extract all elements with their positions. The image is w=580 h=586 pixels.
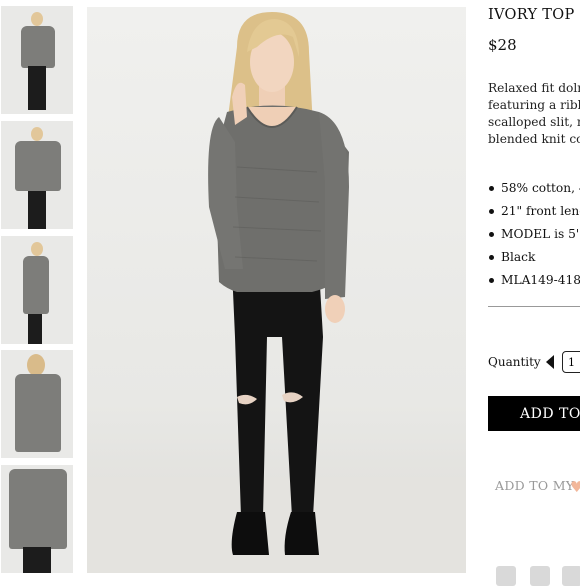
- heart-icon[interactable]: ♥: [570, 480, 580, 495]
- product-title: IVORY TOP: [488, 7, 575, 23]
- pinterest-icon[interactable]: [562, 566, 580, 586]
- thumbnail-model-head: [27, 354, 45, 376]
- thumbnail-model-top: [15, 141, 61, 191]
- spec-item: Black: [488, 249, 580, 272]
- quantity-input[interactable]: [562, 351, 580, 373]
- thumbnail-model-head: [31, 242, 43, 256]
- section-divider: [488, 306, 580, 307]
- product-description: Relaxed fit dolm featuring a ribbe scall…: [488, 80, 580, 148]
- thumbnail-model-top: [21, 26, 55, 68]
- add-to-wishlist-link[interactable]: ADD TO MY: [495, 478, 574, 493]
- product-thumbnail-4[interactable]: [1, 350, 73, 458]
- description-line: scalloped slit, m: [488, 115, 580, 129]
- product-thumbnail-3[interactable]: [1, 236, 73, 344]
- product-thumbnail-1[interactable]: [1, 6, 73, 114]
- thumbnail-model-head: [31, 12, 43, 26]
- thumbnail-model-top: [23, 256, 49, 314]
- product-price: $28: [488, 36, 517, 54]
- main-product-image[interactable]: [87, 7, 466, 573]
- quantity-label: Quantity: [488, 355, 541, 369]
- thumbnail-model-legs: [28, 191, 46, 229]
- thumbnail-model-legs: [23, 547, 51, 573]
- thumbnail-model-top: [9, 469, 67, 549]
- spec-item: 58% cotton, 4:: [488, 180, 580, 203]
- product-thumbnail-2[interactable]: [1, 121, 73, 229]
- thumbnail-model-head: [31, 127, 43, 141]
- triangle-left-icon[interactable]: [546, 355, 554, 369]
- twitter-icon[interactable]: [530, 566, 550, 586]
- description-line: blended knit cot: [488, 132, 580, 146]
- product-specs: 58% cotton, 4: 21" front lengt MODEL is …: [488, 180, 580, 295]
- thumbnail-model-legs: [28, 66, 46, 110]
- model-illustration: [208, 12, 349, 555]
- thumbnail-model-top: [15, 374, 61, 452]
- description-line: featuring a ribbe: [488, 98, 580, 112]
- add-to-cart-button[interactable]: ADD TO: [488, 396, 580, 431]
- spec-item: MODEL is 5'7: [488, 226, 580, 249]
- thumbnail-model-legs: [28, 314, 42, 344]
- spec-item: MLA149-418S: [488, 272, 580, 295]
- description-line: Relaxed fit dolm: [488, 81, 580, 95]
- product-thumbnail-5[interactable]: [1, 465, 73, 573]
- spec-item: 21" front lengt: [488, 203, 580, 226]
- facebook-icon[interactable]: [496, 566, 516, 586]
